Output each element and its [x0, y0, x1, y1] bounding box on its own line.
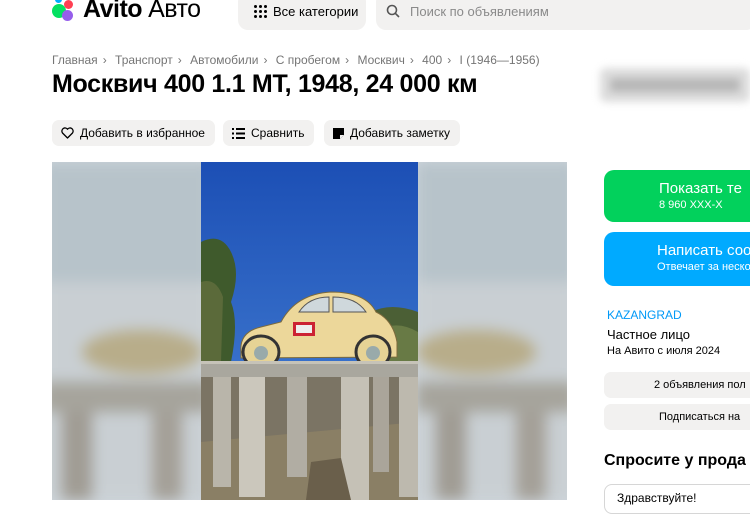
breadcrumb-used[interactable]: С пробегом	[276, 53, 340, 67]
seller-since: На Авито с июля 2024	[607, 345, 721, 357]
show-phone-label: Показать те	[659, 180, 742, 197]
write-message-label: Написать соо	[657, 242, 750, 259]
search-bar[interactable]	[376, 0, 750, 30]
breadcrumb-cars[interactable]: Автомобили	[190, 53, 258, 67]
avito-auto-logo[interactable]: Avito Авто	[52, 0, 201, 24]
breadcrumb-main[interactable]: Главная	[52, 53, 98, 67]
seller-listings-button[interactable]: 2 объявления пол	[604, 372, 750, 398]
main-car-photo[interactable]	[201, 162, 418, 500]
phone-masked: 8 960 XXX-X	[659, 199, 723, 211]
categories-button[interactable]: Все категории	[238, 0, 366, 30]
add-note-button[interactable]: Добавить заметку	[324, 120, 460, 146]
add-favorite-label: Добавить в избранное	[80, 126, 205, 140]
price-blurred	[600, 68, 750, 102]
breadcrumb-model[interactable]: 400	[422, 53, 442, 67]
breadcrumb-generation[interactable]: I (1946—1956)	[460, 53, 540, 67]
seller-type: Частное лицо	[607, 327, 690, 342]
write-message-button[interactable]: Написать соо Отвечает за неско	[604, 232, 750, 286]
logo-sub: Авто	[148, 0, 201, 23]
note-icon	[333, 127, 344, 139]
heart-icon	[61, 127, 74, 139]
page-title: Москвич 400 1.1 MT, 1948, 24 000 км	[52, 70, 478, 98]
photo-gallery[interactable]	[52, 162, 567, 500]
add-favorite-button[interactable]: Добавить в избранное	[52, 120, 215, 146]
ask-seller-heading: Спросите у прода	[604, 452, 746, 469]
search-icon	[386, 4, 400, 18]
compare-label: Сравнить	[251, 126, 305, 140]
breadcrumb-brand[interactable]: Москвич	[357, 53, 404, 67]
breadcrumb: Главная › Транспорт › Автомобили › С пробег…	[52, 53, 540, 67]
breadcrumb-transport[interactable]: Транспорт	[115, 53, 173, 67]
compare-button[interactable]: Сравнить	[223, 120, 315, 146]
subscribe-button[interactable]: Подписаться на	[604, 404, 750, 430]
compare-bars-icon	[232, 127, 245, 139]
add-note-label: Добавить заметку	[350, 126, 450, 140]
categories-label: Все категории	[273, 3, 359, 19]
grid-dots-icon	[254, 4, 267, 18]
show-phone-button[interactable]: Показать те 8 960 XXX-X	[604, 170, 750, 222]
blurred-right-photo	[416, 162, 567, 500]
logo-brand: Avito	[83, 0, 143, 23]
logo-dots-icon	[52, 0, 78, 22]
reply-time-label: Отвечает за неско	[657, 261, 750, 273]
quick-reply-chip[interactable]: Здравствуйте!	[604, 484, 750, 514]
blurred-left-photo	[52, 162, 212, 500]
search-input[interactable]	[408, 2, 712, 20]
seller-name-link[interactable]: KAZANGRAD	[607, 308, 682, 322]
